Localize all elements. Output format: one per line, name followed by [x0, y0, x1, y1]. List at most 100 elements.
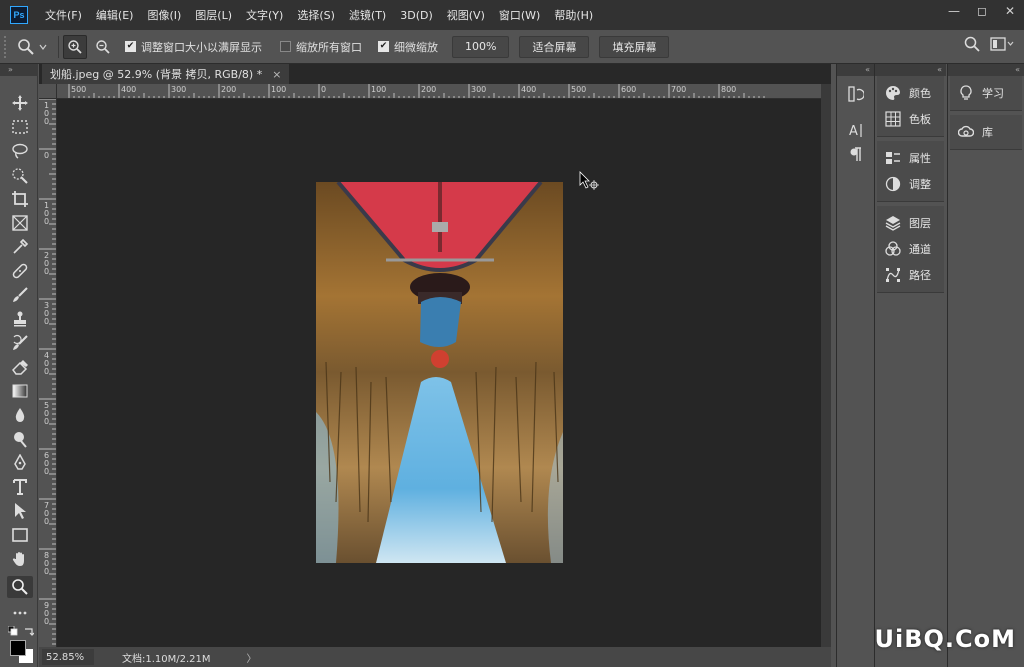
zoom-100-button[interactable]: 100% [452, 35, 510, 58]
frame-tool[interactable] [7, 212, 33, 234]
quick-select-tool[interactable] [7, 164, 33, 186]
eyedropper-tool[interactable] [7, 236, 33, 258]
zoom-all-label: 缩放所有窗口 [296, 40, 362, 54]
horizontal-ruler[interactable]: 500 400 300 200 100 0 100 200 300 400 500 600 700 800 [57, 84, 821, 99]
marquee-icon [12, 120, 28, 134]
ruler-corner[interactable] [39, 84, 57, 99]
panel-properties[interactable]: 属性 [877, 145, 944, 171]
move-icon [12, 95, 28, 111]
hand-tool[interactable] [7, 548, 33, 570]
zoom-level-field[interactable]: 52.85% [42, 649, 94, 665]
panel-channels[interactable]: 通道 [877, 236, 944, 262]
healing-brush-tool[interactable] [7, 260, 33, 282]
lightbulb-icon [960, 85, 972, 100]
menu-help[interactable]: 帮助(H) [547, 0, 600, 30]
zoom-in-button[interactable] [63, 34, 87, 59]
panel-group-color: 颜色 色板 [877, 76, 944, 137]
zoom-out-button[interactable] [91, 35, 115, 59]
dodge-tool[interactable] [7, 428, 33, 450]
menu-edit[interactable]: 编辑(E) [89, 0, 141, 30]
search-icon[interactable] [964, 36, 980, 52]
document-tab-title: 划船.jpeg @ 52.9% (背景 拷贝, RGB/8) * [50, 68, 263, 81]
panel-group-learn: 学习 [950, 76, 1022, 111]
ruler-tick-label: 200 [221, 85, 237, 94]
close-window-button[interactable]: ✕ [996, 0, 1024, 22]
fill-screen-button[interactable]: 填充屏幕 [599, 35, 670, 58]
resize-windows-checkbox[interactable]: ✔ 调整窗口大小以满屏显示 [125, 39, 262, 55]
zoom-out-icon [96, 39, 110, 54]
paragraph-panel-button[interactable] [837, 142, 874, 166]
menu-layer[interactable]: 图层(L) [188, 0, 239, 30]
path-selection-tool[interactable] [7, 500, 33, 522]
palette-icon [886, 85, 900, 100]
blur-tool[interactable] [7, 404, 33, 426]
panel-adjustments[interactable]: 调整 [877, 171, 944, 197]
close-tab-icon[interactable]: × [272, 68, 281, 81]
minimize-button[interactable]: — [940, 0, 968, 22]
menu-select[interactable]: 选择(S) [290, 0, 342, 30]
eraser-tool[interactable] [7, 356, 33, 378]
brush-tool[interactable] [7, 284, 33, 306]
panel-libraries-label: 库 [982, 126, 993, 139]
clone-stamp-tool[interactable] [7, 308, 33, 330]
type-tool[interactable] [7, 476, 33, 498]
dock-collapse[interactable]: « [837, 64, 874, 76]
pen-tool[interactable] [7, 452, 33, 474]
edit-toolbar-button[interactable] [7, 602, 33, 624]
vertical-ruler[interactable]: 100 0 100 200 300 400 500 600 700 800 900 [39, 99, 57, 647]
rectangle-icon [12, 528, 28, 542]
foreground-color[interactable] [10, 640, 26, 656]
options-bar: ✔ 调整窗口大小以满屏显示 缩放所有窗口 ✔ 细微缩放 100% 适合屏幕 填充… [0, 30, 1024, 64]
menu-type[interactable]: 文字(Y) [239, 0, 290, 30]
tool-preset-picker[interactable] [10, 34, 54, 60]
panel-learn[interactable]: 学习 [950, 80, 1022, 106]
dock-collapse[interactable]: « [948, 64, 1024, 76]
color-swatches[interactable] [6, 626, 36, 663]
history-icon [847, 86, 864, 102]
ruler-tick-label: 100 [271, 85, 287, 94]
menu-window[interactable]: 窗口(W) [492, 0, 547, 30]
menu-view[interactable]: 视图(V) [440, 0, 492, 30]
swap-colors-icon[interactable] [24, 626, 34, 636]
menu-image[interactable]: 图像(I) [140, 0, 188, 30]
menu-3d[interactable]: 3D(D) [393, 0, 440, 30]
more-icon [13, 611, 27, 615]
move-tool[interactable] [7, 92, 33, 114]
dock-collapse[interactable]: « [875, 64, 946, 76]
restore-button[interactable]: ◻ [968, 0, 996, 22]
zoom-tool[interactable] [7, 576, 33, 598]
scrubby-zoom-checkbox[interactable]: ✔ 细微缩放 [378, 39, 438, 55]
document-tab[interactable]: 划船.jpeg @ 52.9% (背景 拷贝, RGB/8) * × [42, 64, 290, 84]
status-menu-arrow[interactable]: 〉 [247, 650, 257, 665]
menu-file[interactable]: 文件(F) [38, 0, 89, 30]
character-panel-button[interactable]: A [837, 118, 874, 142]
vertical-scrollbar[interactable] [821, 84, 831, 647]
document-canvas[interactable] [57, 99, 821, 647]
panel-swatches[interactable]: 色板 [877, 106, 944, 132]
panel-color[interactable]: 颜色 [877, 80, 944, 106]
workspace-icon[interactable] [990, 36, 1014, 52]
gradient-icon [12, 384, 28, 398]
tools-panel [0, 76, 38, 667]
lasso-tool[interactable] [7, 140, 33, 162]
document-tab-bar: 划船.jpeg @ 52.9% (背景 拷贝, RGB/8) * × [39, 64, 831, 84]
toolbar-header[interactable]: » [0, 64, 38, 76]
gradient-tool[interactable] [7, 380, 33, 402]
zoom-all-windows-checkbox[interactable]: 缩放所有窗口 [280, 39, 362, 55]
default-colors-icon[interactable] [8, 626, 18, 636]
fit-screen-button[interactable]: 适合屏幕 [519, 35, 590, 58]
marquee-tool[interactable] [7, 116, 33, 138]
crop-tool[interactable] [7, 188, 33, 210]
hand-icon [12, 552, 24, 566]
menu-filter[interactable]: 滤镜(T) [342, 0, 393, 30]
panel-paths[interactable]: 路径 [877, 262, 944, 288]
panel-paths-label: 路径 [909, 269, 931, 282]
rectangle-tool[interactable] [7, 524, 33, 546]
panel-layers[interactable]: 图层 [877, 210, 944, 236]
panel-layers-label: 图层 [909, 217, 931, 230]
history-panel-button[interactable] [837, 82, 874, 106]
status-bar: 52.85% 文档:1.10M/2.21M 〉 [39, 647, 831, 667]
vruler-tick-label: 0 [44, 151, 50, 160]
panel-libraries[interactable]: 库 [950, 119, 1022, 145]
history-brush-tool[interactable] [7, 332, 33, 354]
